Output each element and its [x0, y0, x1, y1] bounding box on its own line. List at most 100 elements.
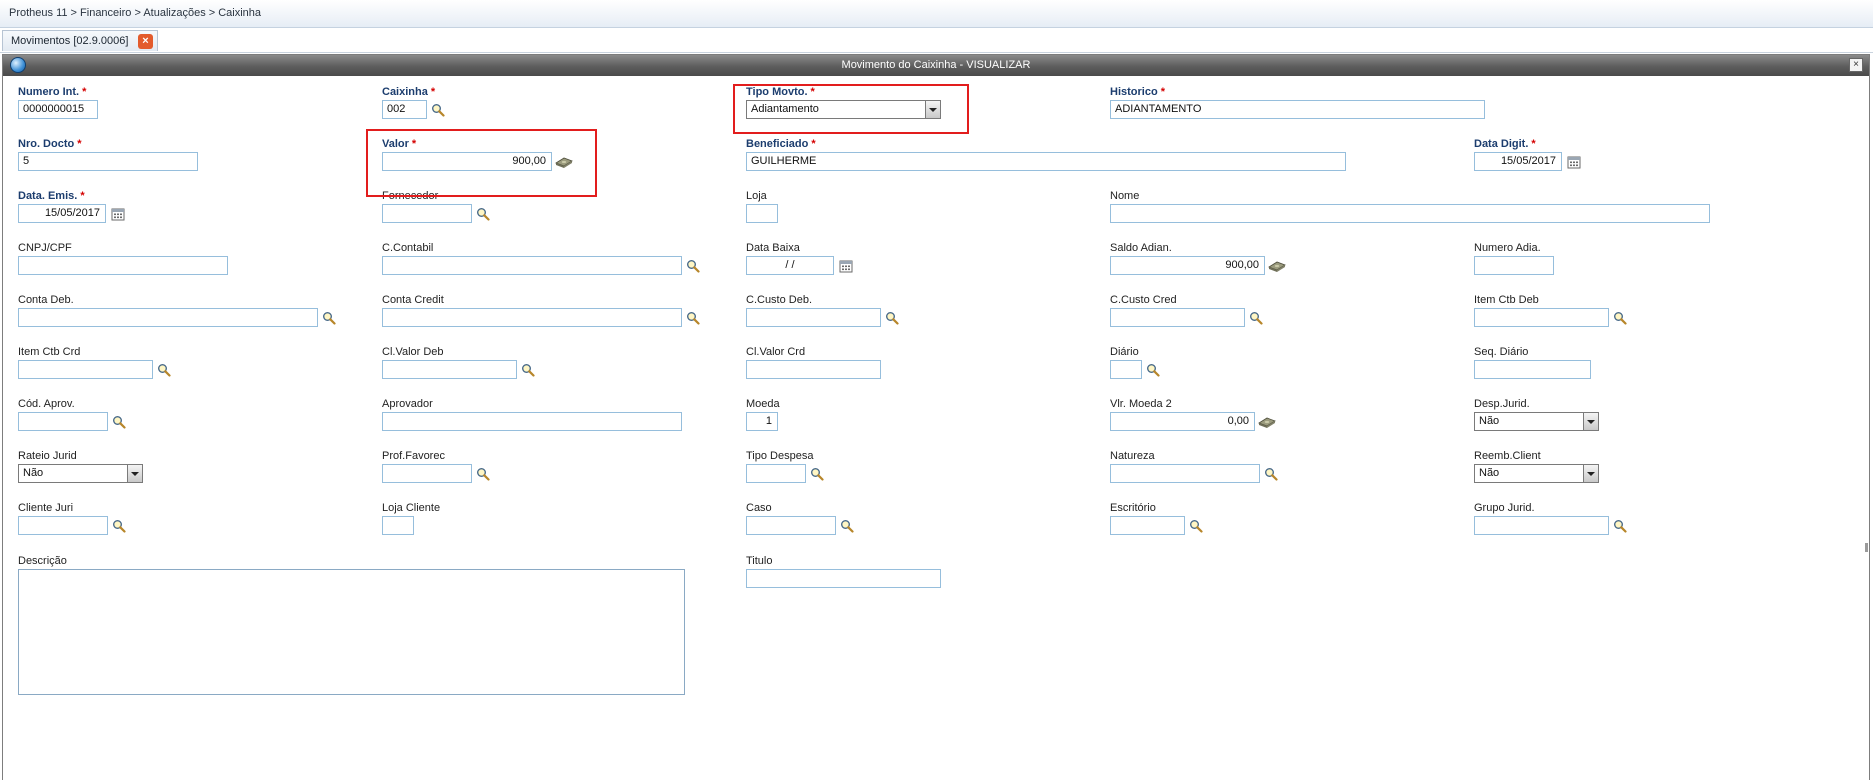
close-tab-icon[interactable]: ×	[138, 34, 153, 49]
caixinha-input[interactable]: 002	[382, 100, 427, 119]
prof-favorec-input[interactable]	[382, 464, 472, 483]
item-ctb-deb-label: Item Ctb Deb	[1474, 294, 1539, 306]
cl-valor-deb-input[interactable]	[382, 360, 517, 379]
diario-input[interactable]	[1110, 360, 1142, 379]
grupo-jurid-input[interactable]	[1474, 516, 1609, 535]
c-custo-cred-input[interactable]	[1110, 308, 1245, 327]
cod-aprov-input[interactable]	[18, 412, 108, 431]
calendar-icon[interactable]	[839, 259, 853, 273]
cliente-juri-input[interactable]	[18, 516, 108, 535]
desp-jurid-label: Desp.Jurid.	[1474, 398, 1530, 410]
historico-label: Historico	[1110, 86, 1158, 98]
search-icon[interactable]	[322, 311, 336, 325]
search-icon[interactable]	[112, 415, 126, 429]
required-mark: *	[77, 138, 82, 150]
beneficiado-input[interactable]: GUILHERME	[746, 152, 1346, 171]
moeda-input[interactable]: 1	[746, 412, 778, 431]
tab-label: Movimentos [02.9.0006]	[11, 35, 129, 47]
cnpj-cpf-input[interactable]	[18, 256, 228, 275]
aprovador-input[interactable]	[382, 412, 682, 431]
search-icon[interactable]	[476, 207, 490, 221]
close-window-button[interactable]: ×	[1849, 58, 1863, 72]
item-ctb-deb-input[interactable]	[1474, 308, 1609, 327]
top-bar: Protheus 11 > Financeiro > Atualizações …	[0, 0, 1873, 28]
money-icon[interactable]	[1268, 259, 1286, 273]
nome-input[interactable]	[1110, 204, 1710, 223]
data-baixa-input[interactable]: / /	[746, 256, 834, 275]
vlr-moeda-2-label: Vlr. Moeda 2	[1110, 398, 1172, 410]
calendar-icon[interactable]	[1567, 155, 1581, 169]
data-emis-input[interactable]: 15/05/2017	[18, 204, 106, 223]
c-custo-deb-input[interactable]	[746, 308, 881, 327]
descricao-textarea[interactable]	[18, 569, 685, 695]
required-mark: *	[1531, 138, 1536, 150]
search-icon[interactable]	[521, 363, 535, 377]
nome-label: Nome	[1110, 190, 1140, 202]
seq-diario-input[interactable]	[1474, 360, 1591, 379]
cod-aprov-label: Cód. Aprov.	[18, 398, 75, 410]
loja-input[interactable]	[746, 204, 778, 223]
search-icon[interactable]	[157, 363, 171, 377]
beneficiado-label: Beneficiado	[746, 138, 809, 150]
loja-cliente-input[interactable]	[382, 516, 414, 535]
scrollbar[interactable]	[1865, 543, 1868, 552]
chevron-down-icon[interactable]	[127, 465, 142, 482]
search-icon[interactable]	[1146, 363, 1160, 377]
search-icon[interactable]	[1189, 519, 1203, 533]
desp-jurid-select[interactable]: Não	[1474, 412, 1599, 431]
search-icon[interactable]	[431, 103, 445, 117]
saldo-adian-input[interactable]: 900,00	[1110, 256, 1265, 275]
conta-deb-input[interactable]	[18, 308, 318, 327]
search-icon[interactable]	[686, 311, 700, 325]
loja-label: Loja	[746, 190, 767, 202]
search-icon[interactable]	[112, 519, 126, 533]
cnpj-cpf-label: CNPJ/CPF	[18, 242, 72, 254]
natureza-label: Natureza	[1110, 450, 1155, 462]
search-icon[interactable]	[810, 467, 824, 481]
escritorio-input[interactable]	[1110, 516, 1185, 535]
caixinha-label: Caixinha	[382, 86, 428, 98]
cl-valor-crd-label: Cl.Valor Crd	[746, 346, 806, 358]
c-custo-deb-label: C.Custo Deb.	[746, 294, 813, 306]
data-digit-label: Data Digit.	[1474, 138, 1529, 150]
cl-valor-crd-input[interactable]	[746, 360, 881, 379]
c-custo-cred-label: C.Custo Cred	[1110, 294, 1177, 306]
search-icon[interactable]	[1613, 311, 1627, 325]
tipo-despesa-input[interactable]	[746, 464, 806, 483]
reemb-client-select[interactable]: Não	[1474, 464, 1599, 483]
chevron-down-icon[interactable]	[1583, 413, 1598, 430]
conta-credit-input[interactable]	[382, 308, 682, 327]
nro-docto-input[interactable]: 5	[18, 152, 198, 171]
required-mark: *	[811, 138, 816, 150]
search-icon[interactable]	[686, 259, 700, 273]
historico-input[interactable]: ADIANTAMENTO	[1110, 100, 1485, 119]
c-contabil-input[interactable]	[382, 256, 682, 275]
search-icon[interactable]	[476, 467, 490, 481]
search-icon[interactable]	[1264, 467, 1278, 481]
vlr-moeda-2-input[interactable]: 0,00	[1110, 412, 1255, 431]
data-digit-input[interactable]: 15/05/2017	[1474, 152, 1562, 171]
tab-movimentos[interactable]: Movimentos [02.9.0006] ×	[2, 30, 158, 51]
cliente-juri-label: Cliente Juri	[18, 502, 74, 514]
natureza-input[interactable]	[1110, 464, 1260, 483]
search-icon[interactable]	[1613, 519, 1627, 533]
search-icon[interactable]	[840, 519, 854, 533]
calendar-icon[interactable]	[111, 207, 125, 221]
caso-label: Caso	[746, 502, 772, 514]
highlight-box-tipo-movto	[733, 84, 969, 134]
fornecedor-input[interactable]	[382, 204, 472, 223]
rateio-jurid-select[interactable]: Não	[18, 464, 143, 483]
titulo-input[interactable]	[746, 569, 941, 588]
search-icon[interactable]	[885, 311, 899, 325]
item-ctb-crd-input[interactable]	[18, 360, 153, 379]
caso-input[interactable]	[746, 516, 836, 535]
chevron-down-icon[interactable]	[1583, 465, 1598, 482]
numero-adia-input[interactable]	[1474, 256, 1554, 275]
highlight-box-valor	[366, 129, 597, 197]
required-mark: *	[430, 86, 436, 98]
item-ctb-crd-label: Item Ctb Crd	[18, 346, 81, 358]
money-icon[interactable]	[1258, 415, 1276, 429]
numero-int-input[interactable]: 0000000015	[18, 100, 98, 119]
search-icon[interactable]	[1249, 311, 1263, 325]
conta-deb-label: Conta Deb.	[18, 294, 74, 306]
